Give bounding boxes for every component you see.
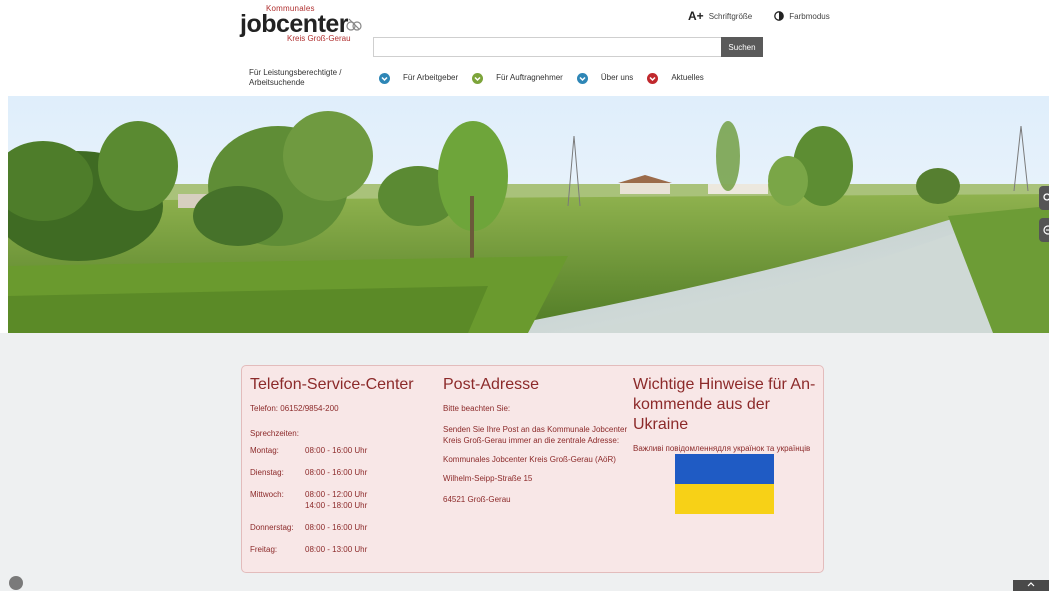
search-bar: Suchen [373, 37, 763, 57]
post-street: Wilhelm-Seipp-Straße 15 [443, 474, 533, 483]
accessibility-button[interactable] [9, 576, 23, 590]
ukraine-flag-link[interactable] [675, 454, 774, 514]
font-size-label: Schriftgröße [708, 11, 753, 21]
flag-blue-stripe [675, 454, 774, 484]
post-city: 64521 Groß-Gerau [443, 495, 511, 504]
nav-item-ueber-uns[interactable]: Über uns [600, 72, 671, 84]
hours-row: Donnerstag: 08:00 - 16:00 Uhr [250, 522, 435, 533]
hours-time: 08:00 - 16:00 Uhr [305, 523, 368, 532]
chevron-down-icon [576, 72, 588, 84]
info-card: Telefon-Service-Center Telefon: 06152/98… [241, 365, 824, 573]
hours-time: 08:00 - 12:00 Uhr [305, 490, 368, 499]
font-size-toggle[interactable]: A+ Schriftgröße [688, 9, 752, 23]
post-text: Senden Sie Ihre Post an das Kommunale Jo… [443, 425, 628, 445]
search-input[interactable] [373, 37, 721, 57]
hours-row: Montag: 08:00 - 16:00 Uhr [250, 445, 435, 456]
accessibility-tools: A+ Schriftgröße Farbmodus [688, 8, 830, 24]
nav-item-label: Für Arbeitgeber [403, 73, 459, 82]
contrast-icon [774, 11, 785, 21]
nav-item-arbeitgeber[interactable]: Für Arbeitgeber [403, 72, 496, 84]
scroll-top-button[interactable] [1013, 580, 1049, 591]
search-button[interactable]: Suchen [721, 37, 763, 57]
flag-yellow-stripe [675, 484, 774, 514]
chevron-down-icon [647, 72, 659, 84]
main-navigation: Für Leistungsberechtigte / Arbeitsuchend… [249, 67, 704, 89]
search-icon [1043, 193, 1049, 201]
site-header: Kommunales jobcenter Kreis Groß-Gerau A+… [0, 0, 1049, 96]
contact-column: Telefon-Service-Center Telefon: 06152/98… [250, 375, 435, 566]
hours-time: 08:00 - 16:00 Uhr [305, 446, 368, 455]
search-side-tab[interactable] [1039, 186, 1049, 210]
nav-item-label: Für Leistungsberechtigte / Arbeitsuchend… [249, 68, 342, 87]
ukraine-title: Wichtige Hinweise für An-kommende aus de… [633, 376, 816, 433]
hours-row: Mittwoch: 08:00 - 12:00 Uhr 14:00 - 18:0… [250, 489, 435, 511]
post-note: Bitte beachten Sie: [443, 404, 511, 413]
hours-time: 08:00 - 13:00 Uhr [305, 545, 368, 554]
hours-day: Freitag: [250, 545, 278, 554]
hours-list: Montag: 08:00 - 16:00 Uhr Dienstag: 08:0… [250, 445, 435, 555]
chat-side-tab[interactable] [1039, 218, 1049, 242]
logo-mark-icon [346, 18, 362, 31]
nav-item-label: Aktuelles [671, 73, 704, 82]
hours-day: Montag: [250, 446, 279, 455]
info-section: Telefon-Service-Center Telefon: 06152/98… [0, 333, 1049, 591]
chat-icon [1043, 225, 1049, 235]
hours-row: Dienstag: 08:00 - 16:00 Uhr [250, 467, 435, 478]
hours-day: Donnerstag: [250, 523, 294, 532]
hero-image [8, 96, 1049, 333]
color-mode-label: Farbmodus [789, 11, 830, 21]
ukraine-text: Важливі повідомленнядля українок та укра… [633, 444, 811, 453]
post-title: Post-Adresse [443, 376, 540, 393]
nav-item-label: Über uns [600, 73, 634, 82]
nav-item-aktuelles[interactable]: Aktuelles [671, 73, 703, 83]
chevron-down-icon [379, 72, 390, 84]
hours-row: Freitag: 08:00 - 13:00 Uhr [250, 544, 435, 555]
post-column: Post-Adresse Bitte beachten Sie: Senden … [443, 375, 628, 505]
nav-item-auftragnehmer[interactable]: Für Auftragnehmer [496, 72, 601, 84]
logo-sub-text: Kreis Groß-Gerau [287, 34, 351, 43]
chevron-down-icon [472, 72, 484, 84]
nav-item-leistungsberechtigte[interactable]: Für Leistungsberechtigte / Arbeitsuchend… [249, 68, 403, 88]
contact-phone: Telefon: 06152/9854-200 [250, 404, 339, 413]
hours-time: 08:00 - 16:00 Uhr [305, 468, 368, 477]
color-mode-toggle[interactable]: Farbmodus [774, 11, 830, 21]
hours-time: 14:00 - 18:00 Uhr [305, 501, 368, 510]
contact-title: Telefon-Service-Center [250, 376, 414, 393]
nav-item-label: Für Auftragnehmer [496, 73, 563, 82]
post-org: Kommunales Jobcenter Kreis Groß-Gerau (A… [443, 455, 616, 464]
hours-day: Mittwoch: [250, 490, 284, 499]
hours-day: Dienstag: [250, 468, 284, 477]
chevron-up-icon [1027, 582, 1035, 587]
font-size-icon: A+ [688, 9, 704, 23]
landscape-photo [8, 96, 1049, 333]
site-logo[interactable]: Kommunales jobcenter Kreis Groß-Gerau [240, 4, 370, 44]
ukraine-column: Wichtige Hinweise für An-kommende aus de… [633, 375, 819, 454]
hours-label: Sprechzeiten: [250, 429, 299, 438]
